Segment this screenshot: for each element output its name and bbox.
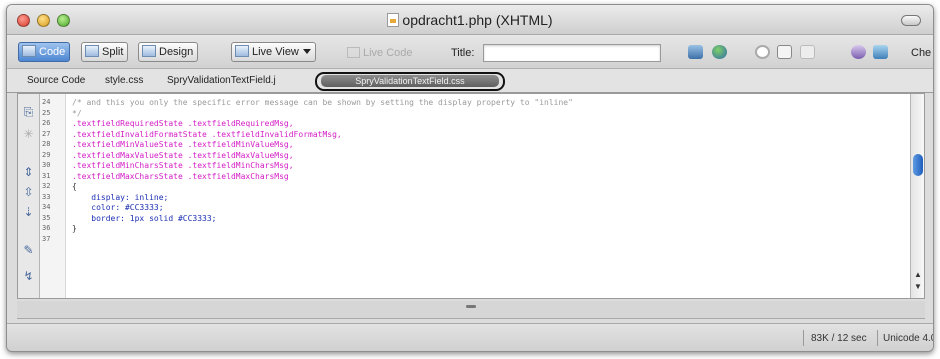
vertical-scrollbar[interactable]: ▲ ▼ [910,94,924,298]
title-label: Title: [451,47,475,59]
code-line[interactable]: .textfieldRequiredState .textfieldRequir… [72,119,294,128]
php-document-icon [387,13,400,27]
status-separator [877,330,878,346]
code-line[interactable]: border: 1px solid #CC3333; [72,214,216,223]
code-line[interactable]: } [72,224,77,233]
code-line[interactable]: .textfieldMinCharsState .textfieldMinCha… [72,161,294,170]
validate-markup-icon[interactable] [851,45,866,59]
related-file-spry-css[interactable]: SpryValidationTextField.css [315,72,505,91]
line-number: 26 [42,119,51,127]
window-title-text: opdracht1.php (XHTML) [402,12,553,28]
design-view-button[interactable]: Design [138,42,199,62]
line-number: 35 [42,213,51,222]
design-view-icon [142,45,156,57]
live-view-button[interactable]: Live View [231,42,316,62]
status-separator [803,330,804,346]
code-line[interactable]: .textfieldMinValueState .textfieldMinVal… [72,140,294,149]
view-options-icon[interactable] [777,45,792,59]
line-number: 27 [42,129,51,138]
document-toolbar: Code Split Design Live View Live Code Ti… [7,35,933,69]
line-number: 28 [42,140,51,148]
line-number: 30 [42,161,51,169]
line-number: 36 [42,224,51,232]
code-line[interactable]: /* and this you only the specific error … [72,98,573,107]
related-file-style-css[interactable]: style.css [105,75,143,86]
split-resize-handle[interactable] [17,301,925,319]
code-line[interactable]: .textfieldInvalidFormatState .textfieldI… [72,130,342,139]
line-number: 32 [42,182,51,190]
coding-toolbar: ⎘ ✳ ⇕ ⇳ ⇣ ✎ ↯ [18,94,40,298]
design-view-label: Design [159,46,194,58]
line-number: 25 [42,108,51,117]
toolbar-toggle-button[interactable] [901,15,921,26]
related-file-spry-js[interactable]: SpryValidationTextField.j [167,75,276,86]
code-line[interactable]: .textfieldMaxValueState .textfieldMaxVal… [72,151,294,160]
refresh-design-view-icon[interactable] [755,45,770,59]
status-bar: 83K / 12 sec Unicode 4.0 UTF-8 [7,323,933,351]
collapse-full-tag-icon[interactable]: ⇕ [22,166,35,178]
encoding-indicator: Unicode 4.0 UTF-8 [883,333,933,344]
line-number: 31 [42,171,51,180]
live-view-label: Live View [252,46,299,58]
code-line[interactable]: display: inline; [72,193,168,202]
check-browser-compatibility-icon[interactable] [873,45,888,59]
scroll-thumb[interactable] [913,154,923,176]
download-size-time: 83K / 12 sec [811,333,867,344]
code-area[interactable]: /* and this you only the specific error … [72,94,902,298]
split-view-button[interactable]: Split [81,42,129,62]
visual-aids-icon[interactable] [800,45,815,59]
live-code-button[interactable]: Live Code [347,47,413,59]
line-number: 33 [42,192,51,201]
line-number: 34 [42,203,51,211]
code-editor[interactable]: ⎘ ✳ ⇕ ⇳ ⇣ ✎ ↯ 24 25 26 27 28 29 30 31 32 33 34 35 36… [17,93,925,299]
resize-grip-icon [466,305,476,308]
live-code-icon [347,47,360,58]
related-file-spry-css-label: SpryValidationTextField.css [321,75,499,87]
scroll-down-arrow-icon[interactable]: ▼ [914,282,922,291]
line-number: 37 [42,234,51,243]
line-number: 29 [42,150,51,159]
chevron-down-icon[interactable] [302,49,311,54]
live-view-icon [235,45,249,57]
check-page-label[interactable]: Che [911,47,931,59]
scroll-up-arrow-icon[interactable]: ▲ [914,270,922,279]
expand-all-icon[interactable]: ⇣ [22,206,35,218]
live-code-label: Live Code [363,47,413,59]
split-view-icon [85,45,99,57]
wrap-tag-icon[interactable]: ↯ [22,270,35,282]
show-code-navigator-icon[interactable]: ✳ [22,128,35,140]
code-view-button[interactable]: Code [18,42,71,62]
code-view-label: Code [39,46,66,58]
editor-window: opdracht1.php (XHTML) Code Split Design … [6,4,934,352]
code-line[interactable]: { [72,182,77,191]
related-file-source-code[interactable]: Source Code [27,75,85,86]
related-files-bar: Source Code style.css SpryValidationText… [7,69,933,93]
code-view-icon [22,45,36,57]
line-number: 24 [42,98,51,106]
collapse-selection-icon[interactable]: ⇳ [22,186,35,198]
title-bar: opdracht1.php (XHTML) [7,5,933,35]
split-view-label: Split [102,46,124,58]
code-line[interactable]: */ [72,109,82,118]
apply-comment-icon[interactable]: ✎ [22,244,35,256]
document-title-input[interactable] [483,44,661,62]
window-title: opdracht1.php (XHTML) [7,12,933,28]
open-documents-icon[interactable]: ⎘ [22,106,35,118]
line-number-gutter: 24 25 26 27 28 29 30 31 32 33 34 35 36 37 [40,94,66,298]
code-line[interactable]: .textfieldMaxCharsState .textfieldMaxCha… [72,172,289,181]
preview-in-browser-icon[interactable] [712,45,727,59]
code-line[interactable]: color: #CC3333; [72,203,163,212]
file-management-icon[interactable] [688,45,703,59]
